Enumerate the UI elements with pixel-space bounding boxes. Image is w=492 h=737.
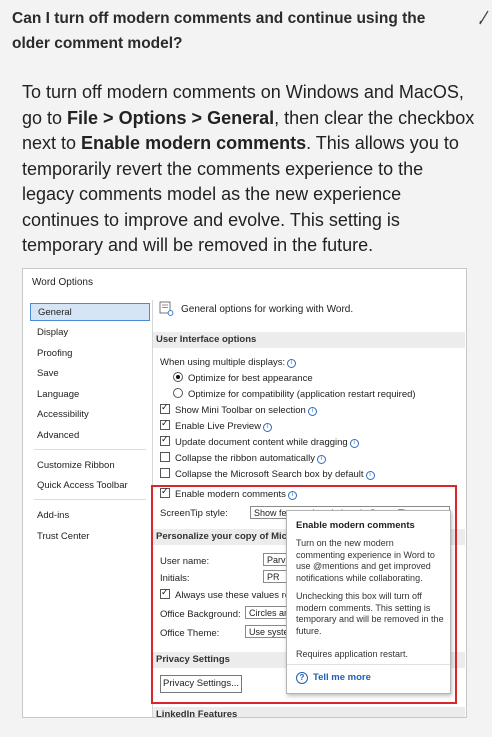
tell-me-more-label: Tell me more bbox=[313, 672, 371, 683]
tooltip-title: Enable modern comments bbox=[296, 520, 415, 531]
multi-display-text: When using multiple displays: bbox=[160, 357, 286, 368]
faq-answer: To turn off modern comments on Windows a… bbox=[22, 80, 477, 259]
radio-selected-icon[interactable] bbox=[173, 372, 183, 382]
radio-compat-label: Optimize for compatibility (application … bbox=[188, 389, 416, 400]
nav-divider bbox=[34, 499, 146, 500]
nav-item-quick-access-toolbar[interactable]: Quick Access Toolbar bbox=[30, 477, 150, 495]
multi-display-label: When using multiple displays: i bbox=[160, 356, 297, 369]
nav-item-advanced[interactable]: Advanced bbox=[30, 427, 150, 445]
nav-item-display[interactable]: Display bbox=[30, 324, 150, 342]
checkbox-collapse-ribbon[interactable]: Collapse the ribbon automatically i bbox=[160, 452, 326, 465]
general-options-icon bbox=[159, 301, 174, 316]
nav-divider bbox=[34, 449, 146, 450]
mini-toolbar-label: Show Mini Toolbar on selection bbox=[175, 405, 306, 416]
tooltip-paragraph: Requires application restart. bbox=[296, 649, 409, 659]
tell-me-more-link[interactable]: ? Tell me more bbox=[296, 672, 371, 684]
nav-item-customize-ribbon[interactable]: Customize Ribbon bbox=[30, 457, 150, 475]
dialog-title: Word Options bbox=[32, 277, 93, 288]
radio-unselected-icon[interactable] bbox=[173, 388, 183, 398]
help-question-icon: ? bbox=[296, 672, 308, 684]
info-icon[interactable]: i bbox=[365, 471, 375, 480]
nav-item-add-ins[interactable]: Add-ins bbox=[30, 507, 150, 525]
answer-setting-name: Enable modern comments bbox=[81, 133, 307, 153]
radio-best-label: Optimize for best appearance bbox=[188, 373, 313, 384]
collapse-search-label: Collapse the Microsoft Search box by def… bbox=[175, 469, 364, 480]
nav-item-language[interactable]: Language bbox=[30, 386, 150, 404]
tooltip-divider bbox=[287, 664, 450, 665]
general-options-heading: General options for working with Word. bbox=[181, 304, 354, 315]
nav-item-general[interactable]: General bbox=[30, 303, 150, 321]
info-icon[interactable]: i bbox=[263, 423, 273, 432]
edit-pencil-icon[interactable] bbox=[478, 8, 490, 26]
live-preview-label: Enable Live Preview bbox=[175, 421, 262, 432]
info-icon[interactable]: i bbox=[307, 407, 317, 416]
nav-item-trust-center[interactable]: Trust Center bbox=[30, 528, 150, 546]
collapse-ribbon-label: Collapse the ribbon automatically bbox=[175, 453, 315, 464]
checkbox-unchecked-icon[interactable] bbox=[160, 452, 170, 462]
linkedin-section-header: LinkedIn Features bbox=[153, 707, 465, 717]
nav-item-proofing[interactable]: Proofing bbox=[30, 345, 150, 363]
update-dragging-label: Update document content while dragging bbox=[175, 437, 348, 448]
checkbox-unchecked-icon[interactable] bbox=[160, 468, 170, 478]
info-icon[interactable]: i bbox=[316, 455, 326, 464]
checkbox-checked-icon[interactable] bbox=[160, 401, 170, 414]
checkbox-checked-icon[interactable] bbox=[160, 417, 170, 430]
checkbox-live-preview[interactable]: Enable Live Previewi bbox=[160, 417, 273, 433]
checkbox-update-dragging[interactable]: Update document content while draggingi bbox=[160, 433, 359, 449]
options-nav: General Display Proofing Save Language A… bbox=[30, 300, 153, 717]
screentip-popup: Enable modern comments Turn on the new m… bbox=[286, 510, 451, 694]
checkbox-collapse-search[interactable]: Collapse the Microsoft Search box by def… bbox=[160, 468, 375, 481]
faq-question[interactable]: Can I turn off modern comments and conti… bbox=[12, 6, 467, 56]
radio-compatibility[interactable]: Optimize for compatibility (application … bbox=[173, 388, 416, 401]
answer-menu-path: File > Options > General bbox=[67, 107, 275, 128]
info-icon[interactable]: i bbox=[349, 439, 359, 448]
user-interface-section-header: User Interface options bbox=[153, 332, 465, 348]
checkbox-mini-toolbar[interactable]: Show Mini Toolbar on selectioni bbox=[160, 401, 317, 417]
nav-item-accessibility[interactable]: Accessibility bbox=[30, 406, 150, 424]
checkbox-checked-icon[interactable] bbox=[160, 433, 170, 446]
nav-item-save[interactable]: Save bbox=[30, 365, 150, 383]
info-icon[interactable]: i bbox=[287, 359, 297, 368]
tooltip-paragraph: Turn on the new modern commenting experi… bbox=[296, 538, 435, 583]
tooltip-paragraph: Unchecking this box will turn off modern… bbox=[296, 591, 444, 636]
radio-best-appearance[interactable]: Optimize for best appearance bbox=[173, 372, 313, 385]
